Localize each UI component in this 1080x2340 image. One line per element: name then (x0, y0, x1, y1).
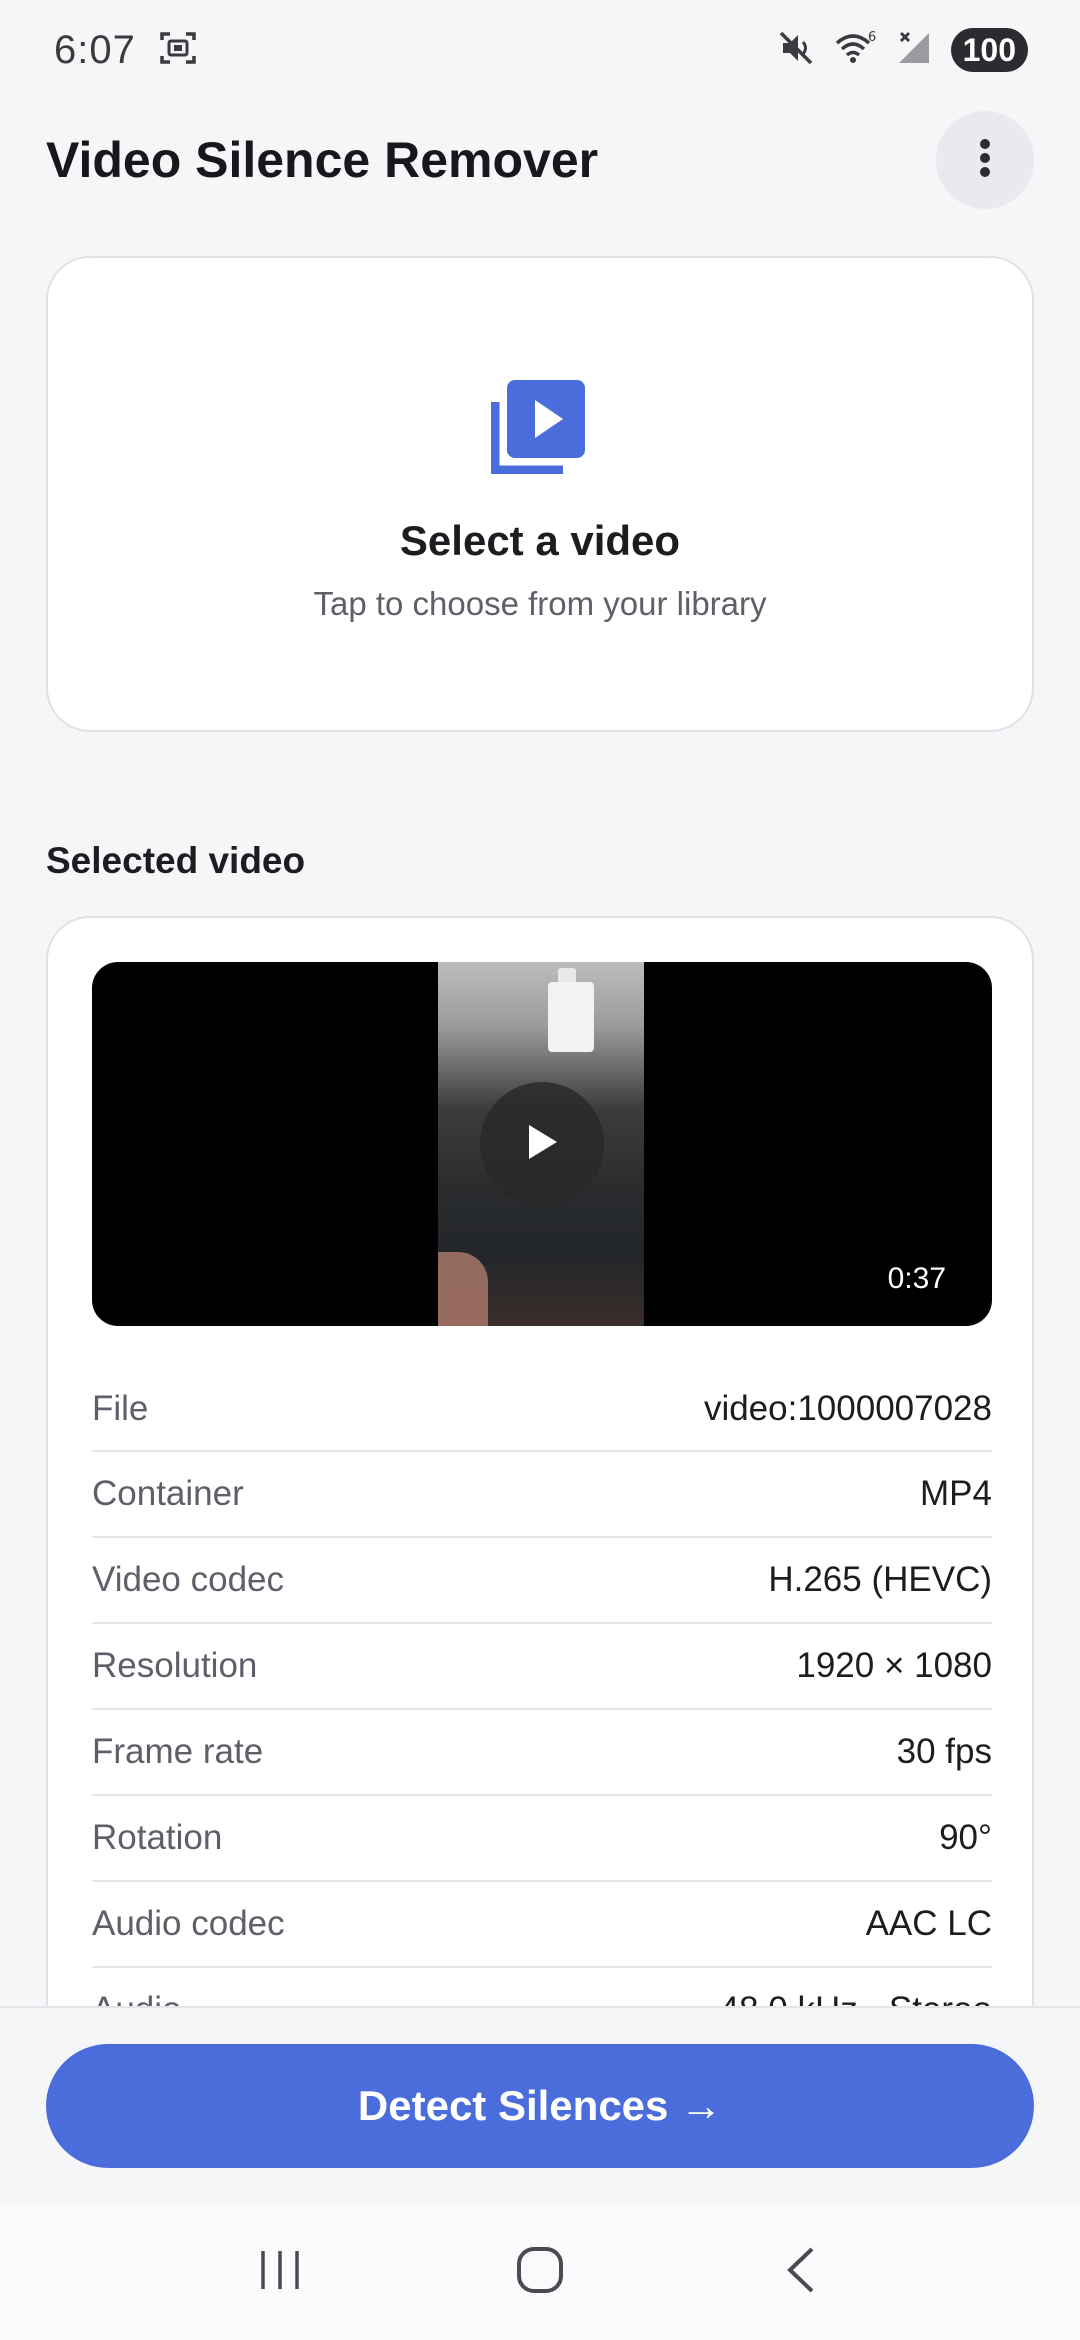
detail-row-video-codec: Video codec H.265 (HEVC) (92, 1538, 992, 1624)
detail-label: File (92, 1389, 149, 1428)
video-details-list: File video:1000007028 Container MP4 Vide… (92, 1368, 992, 2054)
select-video-card[interactable]: Select a video Tap to choose from your l… (46, 256, 1034, 732)
system-nav-bar (0, 2204, 1080, 2340)
home-icon (515, 2245, 565, 2300)
battery-indicator: 100 (950, 28, 1028, 72)
detail-value: 90° (939, 1818, 992, 1857)
status-bar: 6:07 6 100 (0, 0, 1080, 100)
detail-label: Rotation (92, 1818, 223, 1857)
app-bar: Video Silence Remover (0, 108, 1080, 212)
detail-value: 1920 × 1080 (796, 1646, 992, 1685)
detail-label: Audio codec (92, 1904, 285, 1943)
more-vert-icon (979, 138, 991, 183)
detect-silences-button[interactable]: Detect Silences → (46, 2044, 1034, 2168)
detail-value: AAC LC (865, 1904, 992, 1943)
status-time: 6:07 (54, 27, 136, 72)
bottom-action-bar: Detect Silences → (0, 2006, 1080, 2204)
video-library-icon (490, 376, 589, 479)
wifi-icon: 6 (833, 29, 877, 72)
play-button[interactable] (480, 1082, 604, 1206)
video-duration: 0:37 (887, 1262, 946, 1295)
more-options-button[interactable] (936, 111, 1034, 209)
select-video-subtitle: Tap to choose from your library (313, 585, 767, 622)
home-button[interactable] (480, 2227, 600, 2317)
detail-value: H.265 (HEVC) (768, 1560, 992, 1599)
signal-icon (895, 29, 933, 72)
detail-value: video:1000007028 (703, 1389, 992, 1428)
detail-row-container: Container MP4 (92, 1452, 992, 1538)
detail-row-file: File video:1000007028 (92, 1368, 992, 1452)
recents-button[interactable] (220, 2227, 340, 2317)
mute-icon (777, 29, 815, 72)
back-button[interactable] (740, 2227, 860, 2317)
detail-label: Frame rate (92, 1732, 264, 1771)
selected-video-heading: Selected video (46, 840, 306, 881)
detail-label: Video codec (92, 1560, 285, 1599)
screenshot-icon (158, 28, 198, 73)
detail-row-audio-codec: Audio codec AAC LC (92, 1882, 992, 1968)
recents-icon (257, 2247, 303, 2298)
detail-label: Container (92, 1474, 244, 1513)
detail-value: 30 fps (896, 1732, 992, 1771)
play-icon (525, 1123, 559, 1166)
detail-row-rotation: Rotation 90° (92, 1796, 992, 1882)
select-video-title: Select a video (399, 517, 681, 564)
selected-video-card: 0:37 File video:1000007028 Container MP4… (46, 916, 1034, 2116)
detail-row-resolution: Resolution 1920 × 1080 (92, 1624, 992, 1710)
video-player[interactable]: 0:37 (92, 962, 992, 1326)
detail-row-frame-rate: Frame rate 30 fps (92, 1710, 992, 1796)
app-title: Video Silence Remover (46, 132, 599, 188)
back-icon (782, 2245, 818, 2300)
svg-text:6: 6 (868, 30, 876, 45)
detail-label: Resolution (92, 1646, 258, 1685)
detail-value: MP4 (920, 1474, 992, 1513)
